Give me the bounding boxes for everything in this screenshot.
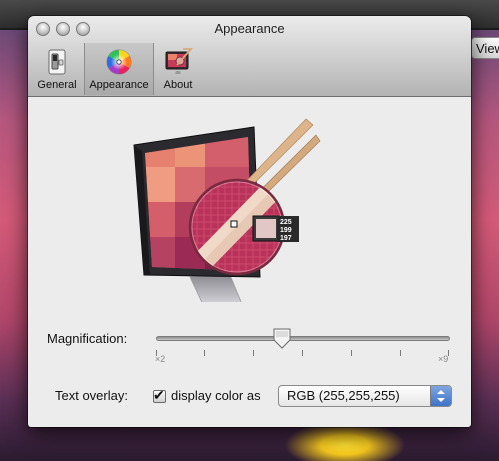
tab-appearance-label: Appearance — [89, 79, 149, 91]
window-title: Appearance — [214, 21, 285, 36]
appearance-pane: 225 199 197 Magnification: ×2 ×9 Text ov… — [28, 97, 471, 427]
magnification-label: Magnification: — [47, 331, 128, 346]
background-view-button[interactable]: View — [471, 37, 499, 59]
slider-tick — [351, 350, 352, 356]
magnification-ticks — [156, 350, 450, 358]
magnification-min-label: ×2 — [155, 354, 166, 364]
slider-tick — [253, 350, 254, 356]
window-toolbar: Appearance General Appearance About — [28, 16, 471, 97]
text-overlay-label: Text overlay: — [55, 388, 128, 403]
slider-tick — [302, 350, 303, 356]
light-switch-icon — [48, 49, 66, 75]
preferences-window: Appearance General Appearance About 225 … — [28, 16, 471, 427]
display-color-checkbox[interactable]: ✔ — [153, 387, 166, 403]
magnification-slider-thumb[interactable] — [273, 328, 291, 349]
chevron-updown-icon — [430, 386, 451, 406]
tab-about-label: About — [163, 79, 193, 91]
magnifier-preview-illustration: 225 199 197 — [133, 118, 321, 302]
color-format-selected-value: RGB (255,255,255) — [287, 388, 400, 403]
tab-appearance[interactable]: Appearance — [84, 43, 154, 95]
app-icon — [165, 48, 193, 74]
rgb-green-value: 199 — [280, 227, 292, 234]
rgb-blue-value: 197 — [280, 235, 292, 242]
tab-general-label: General — [37, 79, 77, 91]
checkmark-icon: ✔ — [153, 387, 165, 403]
tab-about[interactable]: About — [158, 43, 198, 95]
sample-color-swatch — [256, 219, 276, 238]
color-format-select[interactable]: RGB (255,255,255) — [278, 385, 452, 407]
slider-tick — [400, 350, 401, 356]
rgb-red-value: 225 — [280, 219, 292, 226]
magnification-max-label: ×9 — [438, 354, 449, 364]
magnification-slider-track[interactable] — [156, 336, 450, 341]
color-wheel-icon — [106, 49, 132, 75]
display-color-checkbox-label[interactable]: display color as — [171, 388, 261, 403]
slider-tick — [204, 350, 205, 356]
tab-general[interactable]: General — [34, 43, 80, 95]
